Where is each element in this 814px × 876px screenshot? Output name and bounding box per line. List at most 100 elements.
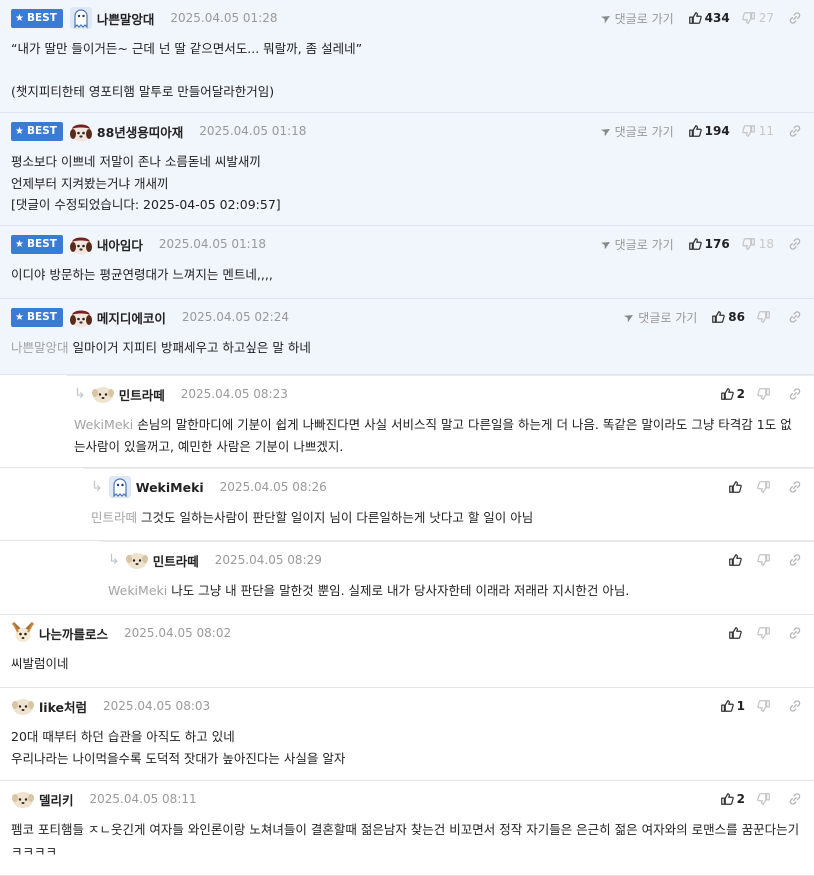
copy-link-button[interactable] (788, 387, 802, 401)
goto-comment-button[interactable]: ➤ 댓글로 가기 (598, 9, 674, 26)
nickname[interactable]: WekiMeki (136, 480, 204, 495)
comment-text: 펨코 포티햄들 ㅈㄴ웃긴게 여자들 와인론이랑 노쳐녀들이 결혼할때 젊은남자 … (11, 822, 804, 859)
comment-text: 이디야 방문하는 평균연령대가 느껴지는 멘트네,,,, (11, 267, 273, 282)
downvote-button[interactable] (757, 310, 774, 324)
thumbs-down-icon (757, 627, 770, 639)
best-comment: ★ BEST 메지디에코이 2025.04.05 02:24 ➤ 댓글로 가기 86 나쁜말앙… (0, 299, 814, 375)
best-comment: ★ BEST 내아임다 2025.04.05 01:18 ➤ 댓글로 가기 176 18 이디야… (0, 226, 814, 299)
best-badge: ★ BEST (11, 8, 63, 28)
reply-target-nickname[interactable]: WekiMeki (108, 583, 167, 598)
downvote-button[interactable] (757, 553, 774, 567)
copy-link-button[interactable] (788, 11, 802, 25)
comment-inner: ↳ WekiMeki 2025.04.05 08:26 민트라떼 그것도 일하는사람이 … (83, 468, 814, 540)
copy-link-button[interactable] (788, 310, 802, 324)
goto-label: 댓글로 가기 (614, 237, 674, 252)
comment-header: like처럼 2025.04.05 08:03 (11, 696, 210, 716)
comment-date: 2025.04.05 08:11 (89, 792, 197, 806)
nickname[interactable]: 88년생용띠아재 (97, 122, 183, 141)
upvote-button[interactable] (728, 553, 745, 567)
copy-link-button[interactable] (788, 124, 802, 138)
comment-header: ↳ 민트라떼 2025.04.05 08:29 (108, 550, 322, 570)
thumbs-down-icon (757, 554, 770, 566)
downvote-button[interactable] (757, 480, 774, 494)
comment-date: 2025.04.05 02:24 (181, 310, 289, 324)
thumbs-up-icon (712, 311, 726, 323)
link-icon (789, 793, 801, 805)
upvote-count: 434 (704, 11, 730, 25)
avatar[interactable] (125, 548, 149, 572)
goto-comment-button[interactable]: ➤ 댓글로 가기 (621, 308, 697, 325)
send-icon: ➤ (597, 122, 614, 140)
comment-header: ★ BEST 내아임다 2025.04.05 01:18 (11, 232, 266, 256)
avatar[interactable] (69, 305, 93, 329)
comment-actions: ➤ 댓글로 가기 176 18 (598, 234, 802, 254)
avatar[interactable] (91, 382, 115, 406)
copy-link-button[interactable] (788, 626, 802, 640)
downvote-button[interactable]: 27 (741, 11, 774, 25)
downvote-button[interactable]: 11 (741, 124, 774, 138)
downvote-button[interactable] (757, 792, 774, 806)
upvote-button[interactable]: 434 (688, 11, 730, 25)
nickname[interactable]: 민트라떼 (119, 385, 165, 404)
upvote-button[interactable]: 194 (688, 124, 730, 138)
best-label: BEST (26, 12, 57, 24)
downvote-button[interactable] (757, 626, 774, 640)
avatar[interactable] (69, 232, 93, 256)
upvote-button[interactable]: 176 (688, 237, 730, 251)
goto-comment-button[interactable]: ➤ 댓글로 가기 (598, 235, 674, 252)
nickname[interactable]: 델리키 (39, 790, 74, 809)
link-icon (789, 238, 801, 250)
comment-inner: 나는까를로스 2025.04.05 08:02 씨발럼이네 (0, 615, 814, 687)
nickname[interactable]: 나는까를로스 (39, 624, 108, 643)
nickname[interactable]: like처럼 (39, 697, 87, 716)
nickname[interactable]: 내아임다 (97, 235, 143, 254)
avatar[interactable] (69, 6, 93, 30)
thumbs-up-icon (729, 554, 742, 566)
avatar[interactable] (11, 621, 35, 645)
nickname[interactable]: 민트라떼 (153, 551, 199, 570)
comment-text: 손님의 말한마디에 기분이 쉽게 나빠진다면 사실 서비스직 말고 다른일을 하… (74, 417, 792, 454)
copy-link-button[interactable] (788, 480, 802, 494)
downvote-button[interactable] (757, 387, 774, 401)
copy-link-button[interactable] (788, 699, 802, 713)
reply-comment: ↳ 민트라떼 2025.04.05 08:29 WekiMeki 나도 그냥 내 판단을… (0, 541, 814, 615)
copy-link-button[interactable] (788, 553, 802, 567)
goto-comment-button[interactable]: ➤ 댓글로 가기 (597, 122, 674, 140)
upvote-button[interactable] (728, 626, 745, 640)
comment-inner: ↳ 민트라떼 2025.04.05 08:29 WekiMeki 나도 그냥 내 판단을… (100, 541, 814, 614)
comment-text: 씨발럼이네 (11, 656, 69, 671)
avatar[interactable] (108, 475, 132, 499)
copy-link-button[interactable] (788, 792, 802, 806)
comment-date: 2025.04.05 08:26 (219, 480, 327, 494)
comment-date: 2025.04.05 08:29 (214, 553, 322, 567)
upvote-button[interactable] (728, 480, 745, 494)
star-icon: ★ (15, 238, 24, 250)
link-icon (789, 12, 801, 24)
comment-header: ★ BEST 나쁜말앙대 2025.04.05 01:28 (11, 6, 278, 30)
reply-target-nickname[interactable]: 민트라떼 (91, 510, 137, 525)
reply-target-nickname[interactable]: WekiMeki (74, 417, 133, 432)
comment-text: 그것도 일하는사람이 판단할 일이지 님이 다른일하는게 낫다고 할 일이 아님 (141, 510, 534, 525)
avatar[interactable] (11, 787, 35, 811)
upvote-button[interactable]: 2 (720, 387, 745, 401)
downvote-button[interactable] (757, 699, 774, 713)
upvote-button[interactable]: 86 (711, 310, 745, 324)
comment-body: “내가 딸만 들이거든~ 근데 넌 딸 같으면서도... 뭐랄까, 좀 설레네”… (11, 38, 800, 103)
avatar[interactable] (69, 119, 93, 143)
copy-link-button[interactable] (788, 237, 802, 251)
nickname[interactable]: 나쁜말앙대 (97, 9, 155, 28)
upvote-button[interactable]: 2 (720, 792, 745, 806)
nickname[interactable]: 메지디에코이 (97, 308, 166, 327)
goto-label: 댓글로 가기 (614, 124, 674, 139)
avatar[interactable] (11, 694, 35, 718)
downvote-button[interactable]: 18 (741, 237, 774, 251)
comment-inner: ★ BEST 내아임다 2025.04.05 01:18 ➤ 댓글로 가기 176 18 이디야… (0, 226, 814, 298)
upvote-button[interactable]: 1 (720, 699, 745, 713)
goto-label: 댓글로 가기 (614, 11, 674, 26)
link-icon (789, 627, 801, 639)
comment-header: 델리키 2025.04.05 08:11 (11, 789, 197, 809)
reply-target-nickname[interactable]: 나쁜말앙대 (11, 340, 69, 355)
comment-body: 평소보다 이쁘네 저말이 존나 소름돋네 씨발새끼 언제부터 지켜봤는거냐 개새… (11, 151, 800, 216)
comment: like처럼 2025.04.05 08:03 1 20대 때부터 하던 습관을 아직… (0, 688, 814, 781)
comment-body: 20대 때부터 하던 습관을 아직도 하고 있네 우리나라는 나이먹을수록 도덕… (11, 726, 800, 769)
